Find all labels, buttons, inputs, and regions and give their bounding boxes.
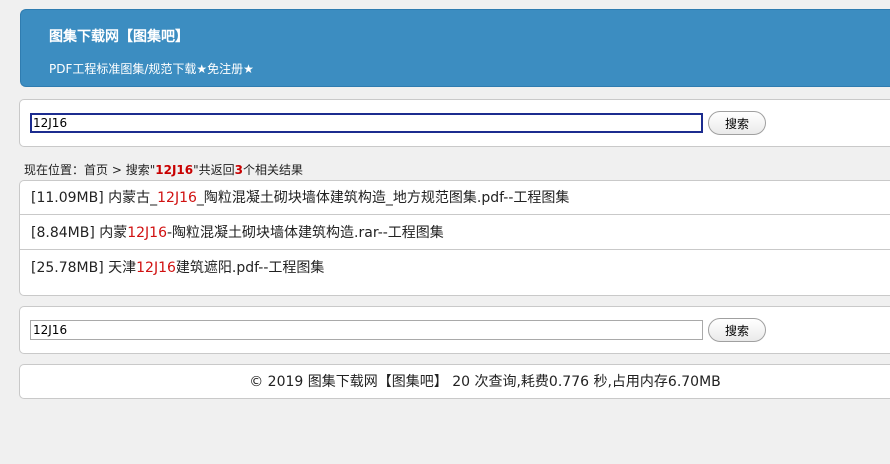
breadcrumb-mid: "共返回 xyxy=(193,163,235,177)
footer-text: © 2019 图集下载网【图集吧】 20 次查询,耗费0.776 秒,占用内存6… xyxy=(249,374,721,390)
search-panel-top: 搜索 xyxy=(19,99,890,147)
result-text-pre: [8.84MB] 内蒙 xyxy=(31,225,128,241)
footer: © 2019 图集下载网【图集吧】 20 次查询,耗费0.776 秒,占用内存6… xyxy=(19,364,890,399)
result-text-post: _陶粒混凝土砌块墙体建筑构造_地方规范图集.pdf--工程图集 xyxy=(196,190,570,206)
search-input-top[interactable] xyxy=(30,113,703,133)
breadcrumb-separator: > xyxy=(108,163,126,177)
result-text-post: -陶粒混凝土砌块墙体建筑构造.rar--工程图集 xyxy=(167,225,444,241)
search-button-bottom[interactable]: 搜索 xyxy=(708,318,766,342)
search-panel-bottom: 搜索 xyxy=(19,306,890,354)
result-keyword: 12J16 xyxy=(136,260,176,276)
result-item[interactable]: [11.09MB] 内蒙古_12J16_陶粒混凝土砌块墙体建筑构造_地方规范图集… xyxy=(20,181,890,215)
search-input-bottom[interactable] xyxy=(30,320,703,340)
result-text-pre: [25.78MB] 天津 xyxy=(31,260,137,276)
breadcrumb-home-link[interactable]: 首页 xyxy=(84,163,108,177)
breadcrumb: 现在位置：首页 > 搜索"12J16"共返回3个相关结果 xyxy=(24,161,303,178)
result-keyword: 12J16 xyxy=(127,225,167,241)
site-title[interactable]: 图集下载网【图集吧】 xyxy=(49,26,189,46)
search-button-top[interactable]: 搜索 xyxy=(708,111,766,135)
result-item[interactable]: [8.84MB] 内蒙12J16-陶粒混凝土砌块墙体建筑构造.rar--工程图集 xyxy=(20,216,890,250)
result-item[interactable]: [25.78MB] 天津12J16建筑遮阳.pdf--工程图集 xyxy=(20,251,890,285)
breadcrumb-keyword: 12J16 xyxy=(155,163,194,177)
breadcrumb-search-label: 搜索" xyxy=(125,163,156,177)
results-list: [11.09MB] 内蒙古_12J16_陶粒混凝土砌块墙体建筑构造_地方规范图集… xyxy=(19,180,890,296)
result-keyword: 12J16 xyxy=(157,190,197,206)
result-text-pre: [11.09MB] 内蒙古_ xyxy=(31,190,158,206)
result-count: 3 xyxy=(234,163,244,177)
result-text-post: 建筑遮阳.pdf--工程图集 xyxy=(175,260,325,276)
breadcrumb-suffix: 个相关结果 xyxy=(243,163,304,177)
site-header: 图集下载网【图集吧】 PDF工程标准图集/规范下载★免注册★ xyxy=(20,9,890,87)
breadcrumb-prefix: 现在位置： xyxy=(24,163,85,177)
site-subtitle: PDF工程标准图集/规范下载★免注册★ xyxy=(49,62,254,76)
